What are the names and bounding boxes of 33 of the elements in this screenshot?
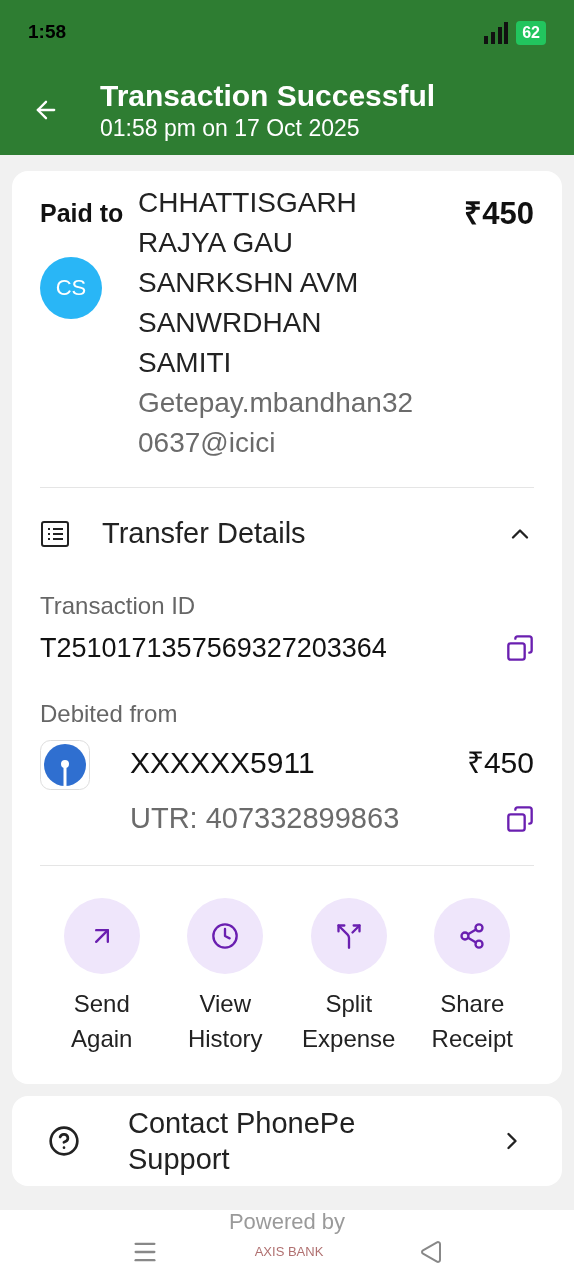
powered-by-text: Powered by — [228, 1210, 346, 1234]
copy-button[interactable] — [506, 633, 534, 662]
status-time: 1:58 — [28, 20, 67, 45]
bank-name: AXIS BANK — [254, 1243, 324, 1262]
transaction-id-label: Transaction ID — [40, 590, 197, 621]
transaction-id: T2510171357569327203364 — [40, 631, 388, 665]
upi-id: Getepay.mbandhan320637@icici — [138, 386, 415, 460]
header-title: Transaction Successful — [100, 78, 436, 114]
action-button[interactable]: Send Again — [40, 897, 164, 1056]
action-button[interactable]: View History — [163, 897, 287, 1056]
share-icon — [458, 921, 487, 950]
amount: ₹450 — [464, 195, 534, 233]
battery-level: 62 — [516, 20, 546, 45]
debited-amount: ₹450 — [466, 745, 534, 781]
header-subtitle: 01:58 pm on 17 Oct 2025 — [100, 114, 361, 142]
bank-logo-icon — [40, 740, 90, 790]
avatar: CS — [40, 256, 102, 319]
support-row[interactable]: Contact PhonePe Support — [12, 1095, 562, 1186]
help-icon — [48, 1124, 80, 1157]
utr-number: UTR: 407332899863 — [130, 801, 401, 836]
back-nav-button[interactable] — [419, 1240, 444, 1264]
account-number: XXXXXX5911 — [130, 745, 316, 781]
clock-icon — [211, 921, 240, 950]
split-icon — [334, 921, 363, 950]
debited-from-label: Debited from — [40, 699, 179, 729]
action-button[interactable]: Split Expense — [287, 897, 411, 1056]
action-button[interactable]: Share Receipt — [410, 897, 534, 1056]
copy-button[interactable] — [506, 804, 534, 833]
payee-name: CHHATTISGARH RAJYA GAU SANRKSHN AVM SANWRDHAN SAMITI — [138, 186, 360, 380]
paid-to-label: Paid to — [40, 198, 125, 229]
transfer-details-toggle[interactable]: Transfer Details — [40, 512, 534, 556]
list-icon — [40, 518, 70, 549]
signal-icon — [482, 21, 509, 44]
